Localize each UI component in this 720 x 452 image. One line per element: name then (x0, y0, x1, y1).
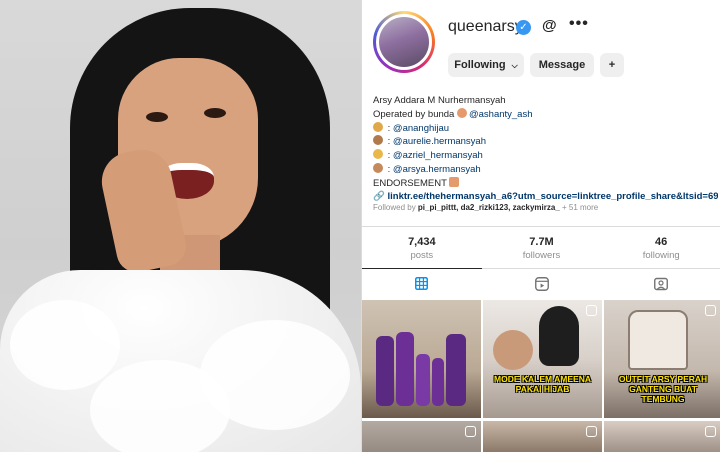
bio-link[interactable]: linktr.ee/thehermansyah_a6?utm_source=li… (387, 191, 718, 202)
post-thumbnail[interactable]: OUTFIT ARSY PERAH GANTENG BUAT TEMBUNG (604, 300, 720, 418)
pointing-hand-emoji-icon (449, 176, 460, 187)
bio-separator: : (385, 122, 393, 134)
post-thumbnail[interactable] (362, 421, 481, 452)
stat-followers-label: followers (522, 250, 561, 261)
screenshot-frame: queenarsy ✓ @ ••• Following ⌵ Message + … (0, 0, 720, 452)
verified-badge-icon: ✓ (516, 20, 531, 35)
stat-following[interactable]: 46 following (601, 227, 720, 268)
bio-link-line: 🔗 linktr.ee/thehermansyah_a6?utm_source=… (373, 191, 718, 204)
bio-handle-azriel[interactable]: @azriel_hermansyah (393, 150, 483, 161)
more-options-icon[interactable]: ••• (569, 15, 589, 33)
woman-emoji-icon (456, 107, 467, 118)
tab-tagged[interactable] (601, 269, 720, 298)
woman-emoji-icon (373, 135, 383, 146)
post-bag (628, 310, 688, 370)
bio-separator: : (385, 136, 393, 148)
reel-badge-icon (465, 426, 476, 437)
stat-followers[interactable]: 7.7M followers (482, 227, 602, 268)
bio-separator: : (385, 150, 393, 162)
photo-eye-left (146, 112, 168, 122)
bio-endorsement: ENDORSEMENT (373, 177, 447, 189)
photo-ruffle (10, 300, 120, 390)
following-label: Following (454, 59, 506, 71)
profile-username: queenarsy (448, 18, 523, 35)
man-emoji-icon (373, 121, 383, 132)
suggest-user-button[interactable]: + (600, 53, 624, 77)
stat-followers-value: 7.7M (529, 236, 554, 248)
message-button[interactable]: Message (530, 53, 594, 77)
stat-following-label: following (642, 250, 680, 261)
boy-emoji-icon (373, 162, 383, 173)
bio-family-line: : @azriel_hermansyah (373, 149, 718, 163)
post-figure (539, 306, 579, 366)
followed-by-prefix: Followed by (373, 203, 416, 212)
reels-icon (534, 276, 549, 291)
profile-tabs (362, 268, 720, 298)
chevron-down-icon: ⌵ (511, 61, 518, 70)
reel-badge-icon (705, 426, 716, 437)
link-icon: 🔗 (373, 190, 385, 202)
bio-operated-handle[interactable]: @ashanty_ash (469, 109, 533, 120)
bio-operated-prefix: Operated by bunda (373, 108, 455, 120)
profile-photo (0, 0, 361, 452)
reel-badge-icon (586, 305, 597, 316)
tab-posts[interactable] (362, 268, 482, 298)
post-people (376, 328, 466, 408)
grid-icon (415, 277, 429, 290)
profile-bio: Arsy Addara M Nurhermansyah Operated by … (373, 95, 718, 203)
bio-separator: : (385, 163, 393, 175)
post-thumbnail[interactable] (362, 300, 481, 418)
tagged-icon (654, 277, 669, 290)
bio-endorsement-line: ENDORSEMENT (373, 176, 718, 191)
profile-stats: 7,434 posts 7.7M followers 46 following (362, 226, 720, 268)
profile-panel: queenarsy ✓ @ ••• Following ⌵ Message + … (361, 0, 720, 452)
photo-ruffle (90, 360, 230, 452)
avatar[interactable] (376, 14, 432, 70)
posts-grid: MODE KALEM AMEENA PAKAI HIJAB OUTFIT ARS… (362, 300, 720, 452)
post-thumbnail[interactable] (604, 421, 720, 452)
stat-posts: 7,434 posts (362, 227, 482, 268)
reel-badge-icon (705, 305, 716, 316)
boy-emoji-icon (373, 149, 383, 160)
followed-by[interactable]: Followed by pi_pi_pittt, da2_rizki123, z… (373, 203, 598, 212)
followed-by-more[interactable]: + 51 more (562, 203, 598, 212)
post-thumbnail[interactable]: MODE KALEM AMEENA PAKAI HIJAB (483, 300, 602, 418)
bio-operated-line: Operated by bunda @ashanty_ash (373, 107, 718, 122)
stat-posts-value: 7,434 (408, 236, 436, 248)
display-name: Arsy Addara M Nurhermansyah (373, 95, 506, 106)
add-user-icon: + (608, 59, 616, 71)
post-figure (493, 330, 533, 370)
following-button[interactable]: Following ⌵ (448, 53, 524, 77)
stat-following-value: 46 (655, 236, 668, 248)
post-thumbnail[interactable] (483, 421, 602, 452)
reel-badge-icon (586, 426, 597, 437)
avatar-story-ring[interactable] (373, 11, 435, 73)
bio-handle-arsya[interactable]: @arsya.hermansyah (393, 164, 481, 175)
bio-family-line: : @arsya.hermansyah (373, 162, 718, 177)
threads-icon[interactable]: @ (542, 17, 557, 34)
bio-handle-aurelie[interactable]: @aurelie.hermansyah (393, 136, 486, 147)
bio-family-line: : @aurelie.hermansyah (373, 135, 718, 149)
photo-eye-right (204, 108, 226, 118)
followed-by-names[interactable]: pi_pi_pittt, da2_rizki123, zackymirza_ (418, 203, 560, 212)
post-caption: OUTFIT ARSY PERAH GANTENG BUAT TEMBUNG (618, 374, 708, 404)
bio-handle-ananghijau[interactable]: @ananghijau (393, 123, 449, 134)
stat-posts-label: posts (410, 250, 434, 261)
post-caption: MODE KALEM AMEENA PAKAI HIJAB (494, 374, 591, 394)
bio-family-line: : @ananghijau (373, 121, 718, 136)
tab-reels[interactable] (482, 269, 602, 298)
